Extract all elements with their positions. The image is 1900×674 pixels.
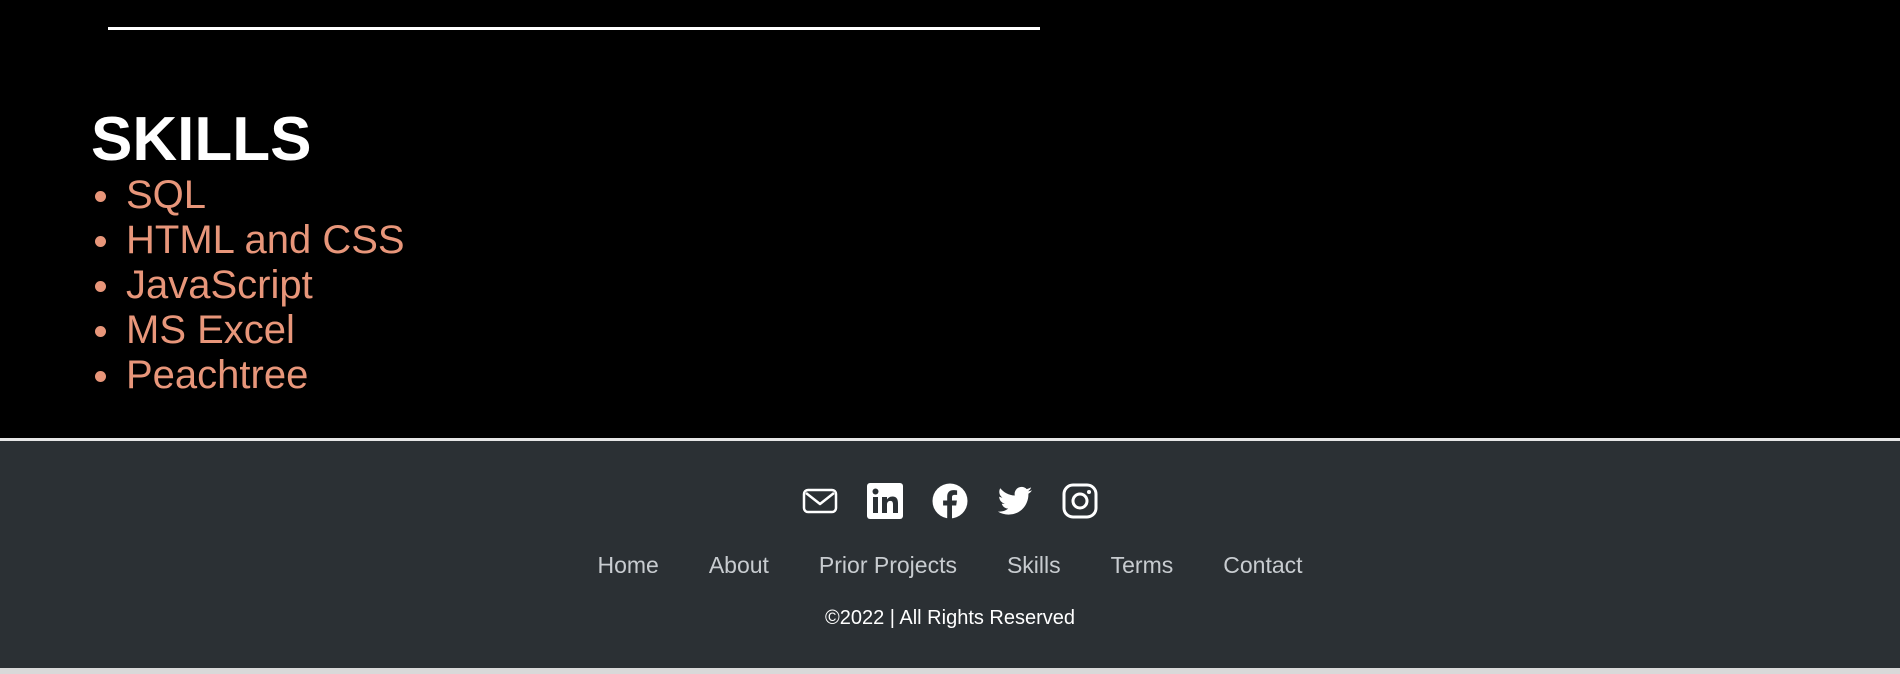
skill-item-html-css: HTML and CSS — [91, 218, 405, 263]
skill-item-sql: SQL — [91, 173, 405, 218]
top-divider — [108, 27, 1040, 30]
skill-item-peachtree: Peachtree — [91, 353, 405, 398]
skill-label: MS Excel — [126, 308, 295, 352]
footer-link-contact[interactable]: Contact — [1223, 551, 1302, 579]
skills-section: SKILLS SQL HTML and CSS JavaScript MS Ex… — [0, 0, 1900, 438]
facebook-icon[interactable] — [932, 483, 968, 519]
bullet-icon — [95, 326, 106, 337]
footer-link-about[interactable]: About — [709, 551, 769, 579]
footer: Home About Prior Projects Skills Terms C… — [0, 441, 1900, 668]
linkedin-icon[interactable] — [867, 483, 903, 519]
bullet-icon — [95, 191, 106, 202]
footer-link-home[interactable]: Home — [597, 551, 658, 579]
bullet-icon — [95, 236, 106, 247]
bottom-edge — [0, 668, 1900, 674]
skills-title: SKILLS — [91, 105, 312, 174]
skill-label: Peachtree — [126, 353, 309, 397]
skill-label: SQL — [126, 173, 207, 217]
footer-nav: Home About Prior Projects Skills Terms C… — [0, 551, 1900, 579]
skill-item-ms-excel: MS Excel — [91, 308, 405, 353]
instagram-icon[interactable] — [1062, 483, 1098, 519]
skill-item-javascript: JavaScript — [91, 263, 405, 308]
bullet-icon — [95, 371, 106, 382]
twitter-icon[interactable] — [997, 483, 1033, 519]
footer-link-prior-projects[interactable]: Prior Projects — [819, 551, 957, 579]
copyright-text: ©2022 | All Rights Reserved — [824, 607, 1076, 629]
page: SKILLS SQL HTML and CSS JavaScript MS Ex… — [0, 0, 1900, 674]
skill-label: JavaScript — [126, 263, 313, 307]
social-links — [0, 481, 1900, 521]
bullet-icon — [95, 281, 106, 292]
skill-label: HTML and CSS — [126, 218, 405, 262]
footer-link-terms[interactable]: Terms — [1111, 551, 1174, 579]
envelope-icon[interactable] — [802, 483, 838, 519]
skills-list: SQL HTML and CSS JavaScript MS Excel Pea… — [91, 173, 405, 398]
footer-link-skills[interactable]: Skills — [1007, 551, 1061, 579]
